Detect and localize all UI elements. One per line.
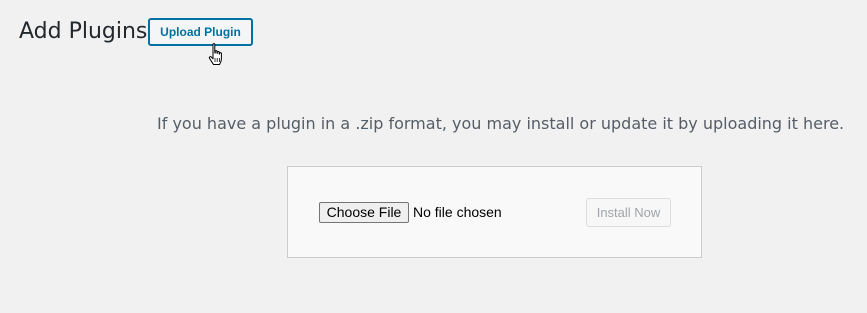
file-status-text: No file chosen [413,204,502,220]
upload-form-box: Choose File No file chosen Install Now [287,166,702,258]
hand-pointer-icon [208,43,222,65]
upload-help-text: If you have a plugin in a .zip format, y… [157,114,845,133]
upload-plugin-button[interactable]: Upload Plugin [148,18,253,46]
page-title: Add Plugins [19,19,148,44]
choose-file-button[interactable]: Choose File [319,202,409,223]
install-now-button[interactable]: Install Now [586,198,671,227]
